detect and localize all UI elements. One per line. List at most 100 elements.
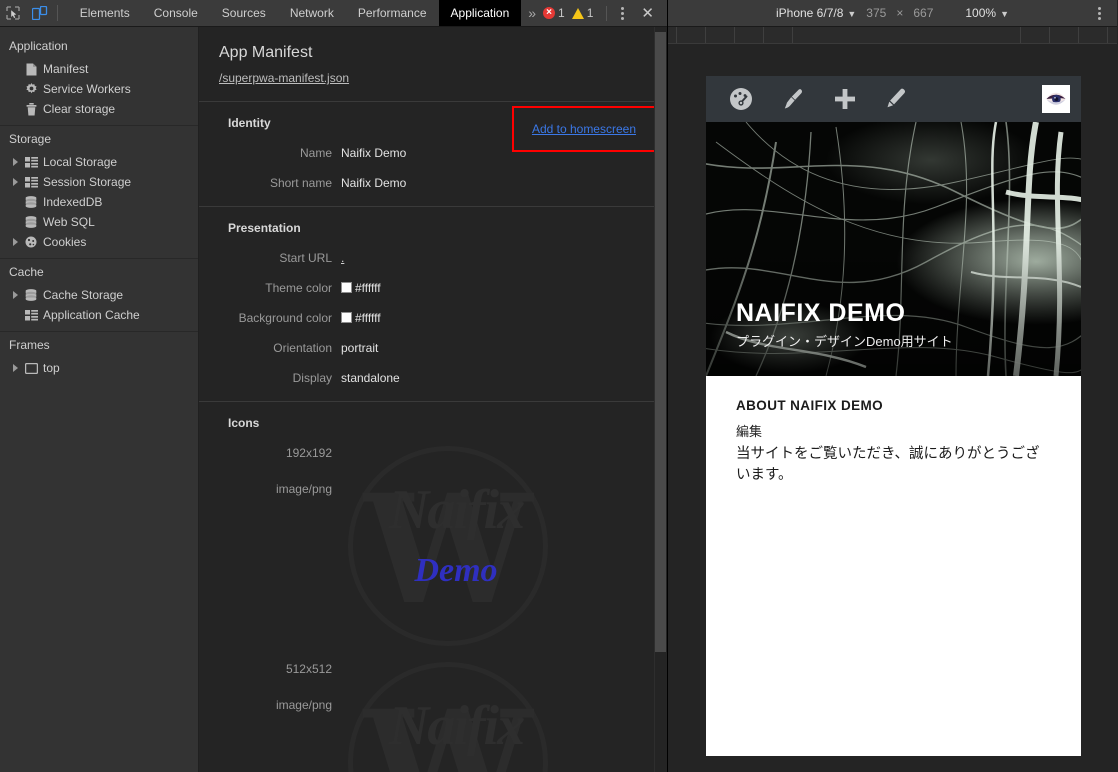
close-devtools-button[interactable]: ✕ [632, 4, 663, 22]
device-mode-pane: iPhone 6/7/8 ▼ 375 × 667 100% ▼ NAIFIX D… [668, 0, 1117, 772]
sidebar-item-top-frame[interactable]: top [0, 358, 198, 378]
device-model-label: iPhone 6/7/8 [775, 6, 844, 20]
chevron-right-icon[interactable] [9, 238, 21, 246]
sidebar-item-application-cache[interactable]: Application Cache [0, 305, 198, 325]
chevron-right-icon[interactable] [9, 158, 21, 166]
icon-preview-image: W Naifix Demo [348, 446, 638, 646]
field-value: standalone [341, 371, 400, 385]
tab-elements[interactable]: Elements [68, 0, 142, 26]
sidebar-label: top [43, 361, 60, 375]
article-edit-link[interactable]: 編集 [736, 421, 1051, 440]
application-sidebar: Application Manifest Service Workers Cle… [0, 27, 199, 772]
article-title[interactable]: ABOUT NAIFIX DEMO [736, 398, 1051, 413]
warning-badge[interactable]: 1 [571, 6, 593, 20]
speedometer-icon[interactable] [715, 86, 767, 112]
table-icon [21, 176, 41, 188]
paintbrush-icon[interactable] [767, 86, 819, 112]
icon-brand-text: Naifix [388, 479, 525, 541]
chevron-down-icon: ▼ [1000, 9, 1009, 19]
sidebar-item-cache-storage[interactable]: Cache Storage [0, 285, 198, 305]
add-to-homescreen-link[interactable]: Add to homescreen [532, 122, 636, 136]
field-value-with-swatch: #ffffff [341, 281, 381, 295]
device-ruler [668, 27, 1117, 44]
sidebar-group-storage: Storage [9, 132, 52, 146]
chevron-right-icon[interactable] [9, 291, 21, 299]
tab-network[interactable]: Network [278, 0, 346, 26]
manifest-scrollbar[interactable] [654, 27, 667, 772]
pencil-icon[interactable] [871, 86, 923, 112]
section-heading: Icons [228, 416, 260, 430]
more-tabs-button[interactable]: » [521, 0, 543, 26]
manifest-row: Theme color #ffffff [199, 281, 667, 295]
database-icon [21, 216, 41, 228]
device-toolbar-icon[interactable] [26, 0, 52, 26]
field-value: portrait [341, 341, 379, 355]
sidebar-label: Session Storage [43, 175, 132, 189]
color-swatch [341, 312, 352, 323]
manifest-row: Display standalone [199, 371, 667, 385]
sidebar-item-manifest[interactable]: Manifest [0, 59, 198, 79]
sidebar-item-local-storage[interactable]: Local Storage [0, 152, 198, 172]
error-icon: × [543, 7, 556, 19]
warning-icon [571, 7, 584, 19]
device-width-input[interactable]: 375 [866, 6, 886, 20]
sidebar-item-clear-storage[interactable]: Clear storage [0, 99, 198, 119]
error-badge[interactable]: × 1 [543, 6, 565, 20]
sidebar-item-web-sql[interactable]: Web SQL [0, 212, 198, 232]
devtools-pane: Elements Console Sources Network Perform… [0, 0, 668, 772]
article-body-text: 当サイトをご覧いただき、誠にありがとうございます。 [736, 446, 1040, 484]
presentation-section: Presentation Start URL . Theme color #ff… [199, 206, 667, 401]
tab-performance[interactable]: Performance [346, 0, 439, 26]
sidebar-item-indexeddb[interactable]: IndexedDB [0, 192, 198, 212]
manifest-scrollbar-thumb[interactable] [655, 32, 666, 652]
identity-section: Add to homescreen Identity Name Naifix D… [199, 101, 667, 206]
field-label: Name [299, 146, 332, 160]
icon-entry: 512x512 image/png W Naifix Demo [199, 662, 667, 772]
trash-icon [21, 102, 41, 116]
icon-meta: 512x512 image/png [199, 662, 332, 772]
sidebar-item-cookies[interactable]: Cookies [0, 232, 198, 252]
site-title[interactable]: NAIFIX DEMO [736, 299, 953, 328]
devtools-body: Application Manifest Service Workers Cle… [0, 27, 667, 772]
chevron-right-icon[interactable] [9, 364, 21, 372]
devtools-menu-button[interactable] [613, 6, 632, 20]
tab-sources[interactable]: Sources [210, 0, 278, 26]
device-height-input[interactable]: 667 [913, 6, 933, 20]
chevron-right-icon[interactable] [9, 178, 21, 186]
eye-avatar-icon[interactable] [1042, 85, 1070, 113]
devtools-tabbar: Elements Console Sources Network Perform… [0, 0, 667, 27]
tab-application[interactable]: Application [438, 0, 522, 26]
field-value[interactable]: . [341, 251, 344, 265]
device-options-button[interactable] [1090, 6, 1109, 20]
table-icon [21, 309, 41, 321]
manifest-file-link[interactable]: /superpwa-manifest.json [219, 71, 349, 85]
sidebar-item-session-storage[interactable]: Session Storage [0, 172, 198, 192]
color-swatch [341, 282, 352, 293]
hero-image: NAIFIX DEMO プラグイン・デザインDemo用サイト [706, 122, 1081, 376]
wordpress-logo: W [348, 446, 548, 646]
cookie-icon [21, 236, 41, 248]
database-icon [21, 289, 41, 301]
icon-mime: image/png [275, 698, 332, 712]
sidebar-label: Cookies [43, 235, 87, 249]
device-model-select[interactable]: iPhone 6/7/8 ▼ [776, 6, 856, 20]
field-value: Naifix Demo [341, 146, 407, 160]
site-tagline: プラグイン・デザインDemo用サイト [736, 334, 953, 349]
icon-size: 192x192 [285, 446, 332, 460]
device-toolbar: iPhone 6/7/8 ▼ 375 × 667 100% ▼ [668, 0, 1117, 27]
field-value-with-swatch: #ffffff [341, 311, 381, 325]
sidebar-label: Manifest [43, 62, 89, 76]
sidebar-label: Clear storage [43, 102, 116, 116]
inspect-element-icon[interactable] [0, 0, 26, 26]
device-zoom-select[interactable]: 100% ▼ [965, 6, 1009, 20]
tab-console[interactable]: Console [142, 0, 210, 26]
page-title: App Manifest [219, 44, 313, 61]
field-label: Short name [269, 176, 332, 190]
sidebar-divider [0, 331, 198, 332]
sidebar-item-service-workers[interactable]: Service Workers [0, 79, 198, 99]
manifest-row: Background color #ffffff [199, 311, 667, 325]
sidebar-label: Local Storage [43, 155, 118, 169]
devtools-tab-list: Elements Console Sources Network Perform… [68, 0, 522, 26]
plus-icon[interactable] [819, 86, 871, 112]
color-hex: #ffffff [355, 311, 381, 325]
